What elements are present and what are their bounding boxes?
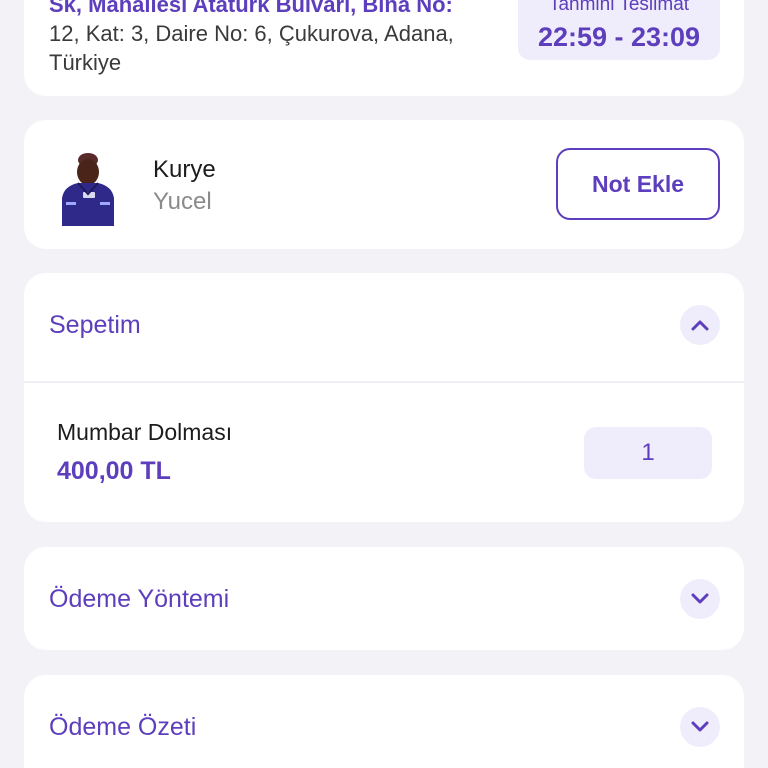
payment-method-card[interactable]: Ödeme Yöntemi [24,547,744,650]
basket-item-name: Mumbar Dolması [57,419,233,445]
delivery-address: Sk, Mahallesi Atatürk Bulvarı, Bina No: … [49,0,489,77]
payment-summary-card[interactable]: Ödeme Özeti [24,675,744,768]
address-card: Sk, Mahallesi Atatürk Bulvarı, Bina No: … [24,0,744,96]
basket-toggle-button[interactable] [680,305,720,345]
address-line-1: Sk, Mahallesi Atatürk Bulvarı, Bina No: [49,0,453,17]
eta-box: Tahmini Teslimat 22:59 - 23:09 [518,0,720,60]
add-note-button[interactable]: Not Ekle [556,148,720,220]
eta-label: Tahmini Teslimat [548,0,690,15]
basket-card: Sepetim Mumbar Dolması 400,00 TL 1 [24,273,744,522]
payment-summary-title: Ödeme Özeti [49,713,197,741]
basket-item-quantity: 1 [584,427,712,479]
chevron-down-icon [691,593,709,604]
payment-summary-toggle-button[interactable] [680,707,720,747]
address-line-3: Türkiye [49,50,122,75]
chevron-up-icon [691,320,709,331]
basket-item-price: 400,00 TL [57,457,171,485]
payment-method-title: Ödeme Yöntemi [49,585,230,613]
payment-method-toggle-button[interactable] [680,579,720,619]
eta-value: 22:59 - 23:09 [537,22,701,52]
courier-label: Kurye [153,156,216,183]
courier-avatar [48,146,128,226]
divider [24,381,744,383]
courier-name: Yucel [153,188,212,215]
courier-photo [48,146,128,226]
basket-title: Sepetim [49,311,141,339]
basket-header[interactable]: Sepetim [24,273,744,381]
address-line-2: 12, Kat: 3, Daire No: 6, Çukurova, Adana… [49,21,454,46]
courier-card: Kurye Yucel Not Ekle [24,120,744,249]
chevron-down-icon [691,721,709,732]
